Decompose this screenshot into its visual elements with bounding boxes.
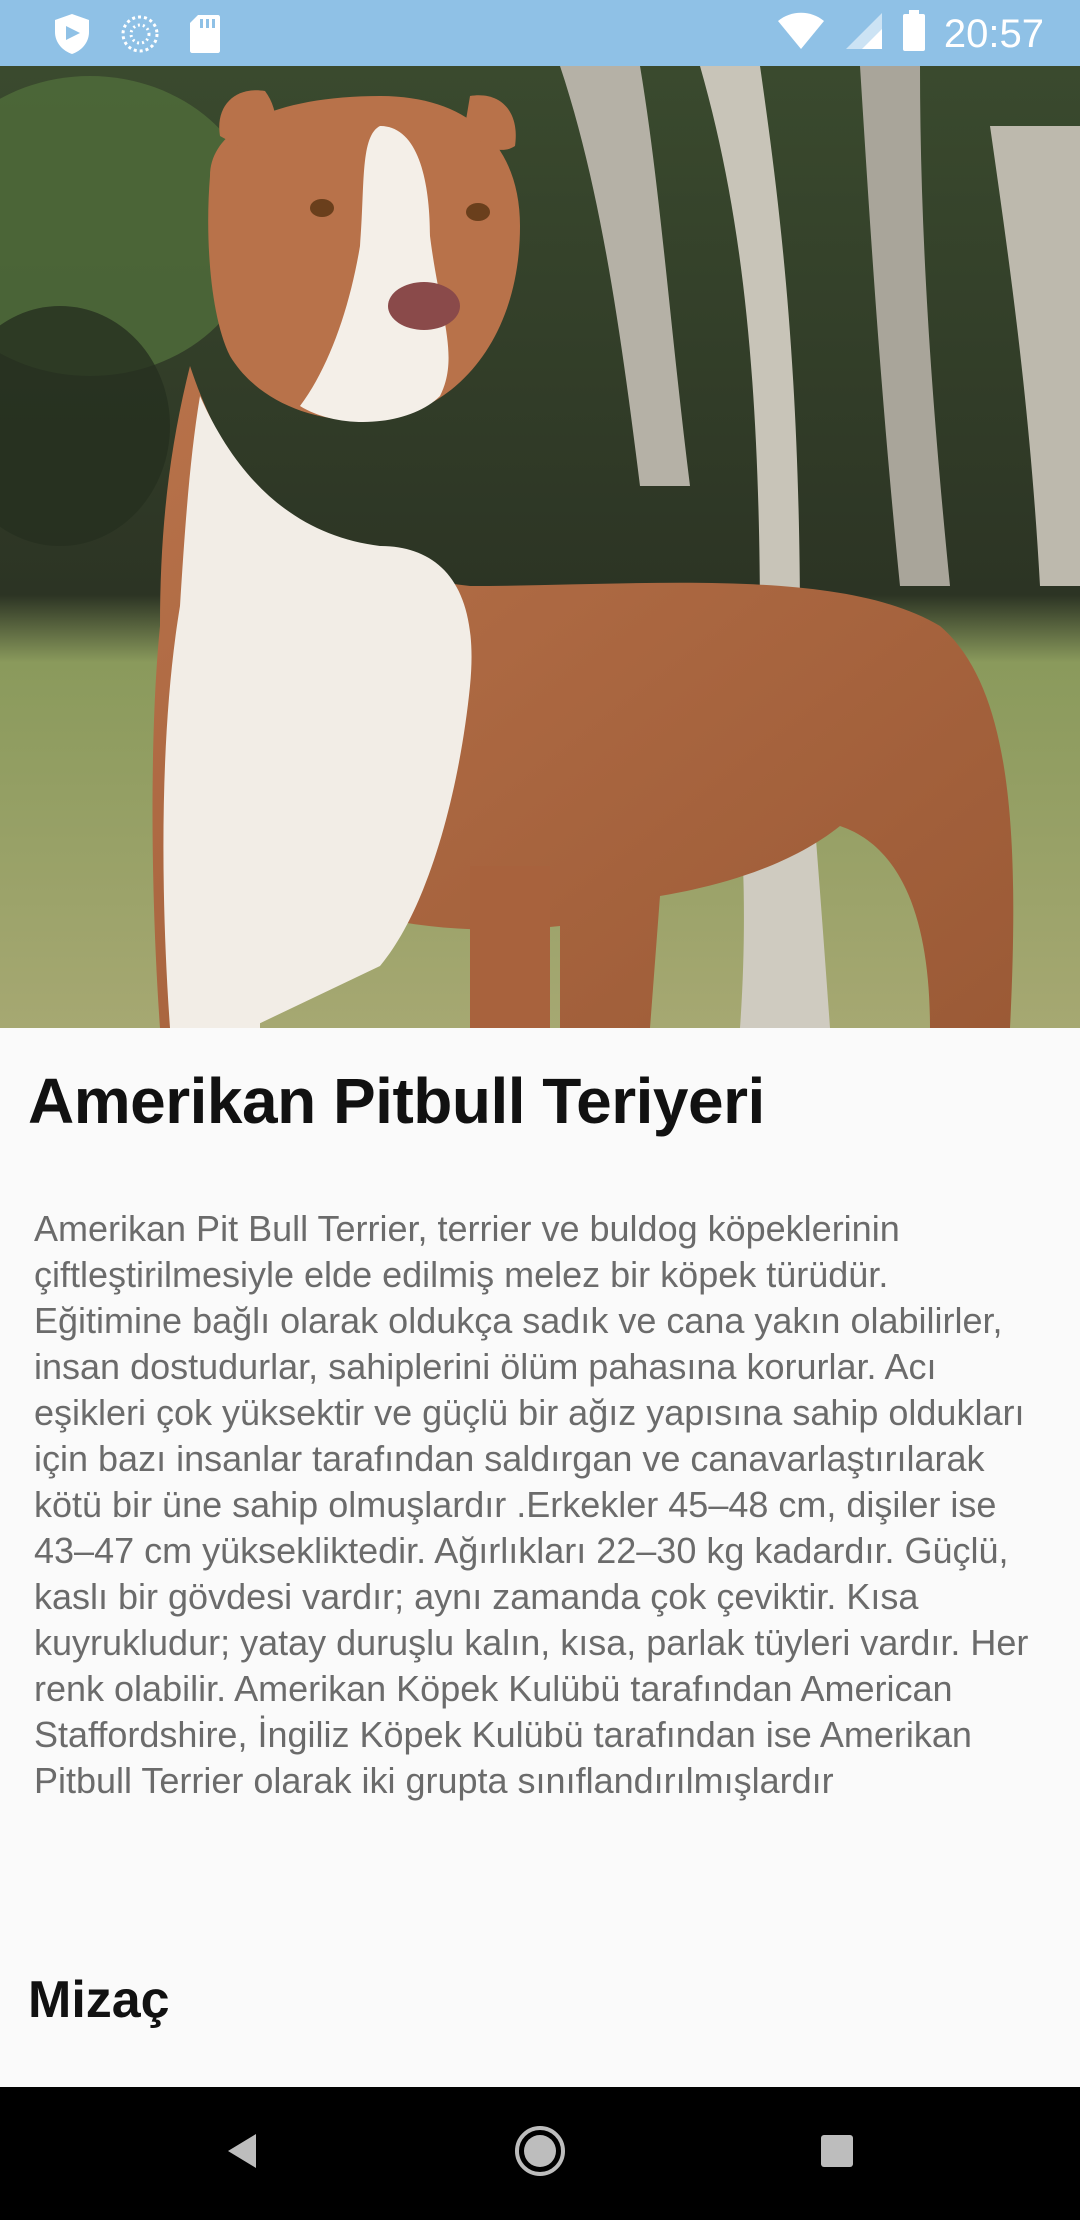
wifi-icon [776, 11, 826, 56]
status-bar: 20:57 [0, 0, 1080, 66]
status-clock: 20:57 [943, 11, 1044, 56]
home-button[interactable] [480, 2087, 600, 2220]
recents-button[interactable] [777, 2087, 897, 2220]
back-button[interactable] [182, 2087, 302, 2220]
breed-title: Amerikan Pitbull Teriyeri [28, 1065, 765, 1137]
system-nav-bar [0, 2087, 1080, 2220]
status-right-icons: 20:57 [776, 10, 1044, 57]
breed-description: Amerikan Pit Bull Terrier, terrier ve bu… [34, 1208, 1029, 1801]
section-heading-temperament: Mizaç [28, 1971, 170, 2029]
battery-icon [902, 10, 926, 57]
back-icon [224, 2131, 260, 2176]
shield-icon [52, 12, 92, 61]
signal-icon [844, 11, 884, 56]
breed-detail-content: Amerikan Pitbull Teriyeri Amerikan Pit B… [0, 1028, 1080, 2087]
status-left-icons [52, 12, 222, 61]
recents-icon [819, 2133, 855, 2174]
sync-icon [120, 14, 160, 59]
sd-card-icon [188, 13, 222, 60]
home-icon [514, 2125, 566, 2182]
breed-photo [0, 66, 1080, 1028]
